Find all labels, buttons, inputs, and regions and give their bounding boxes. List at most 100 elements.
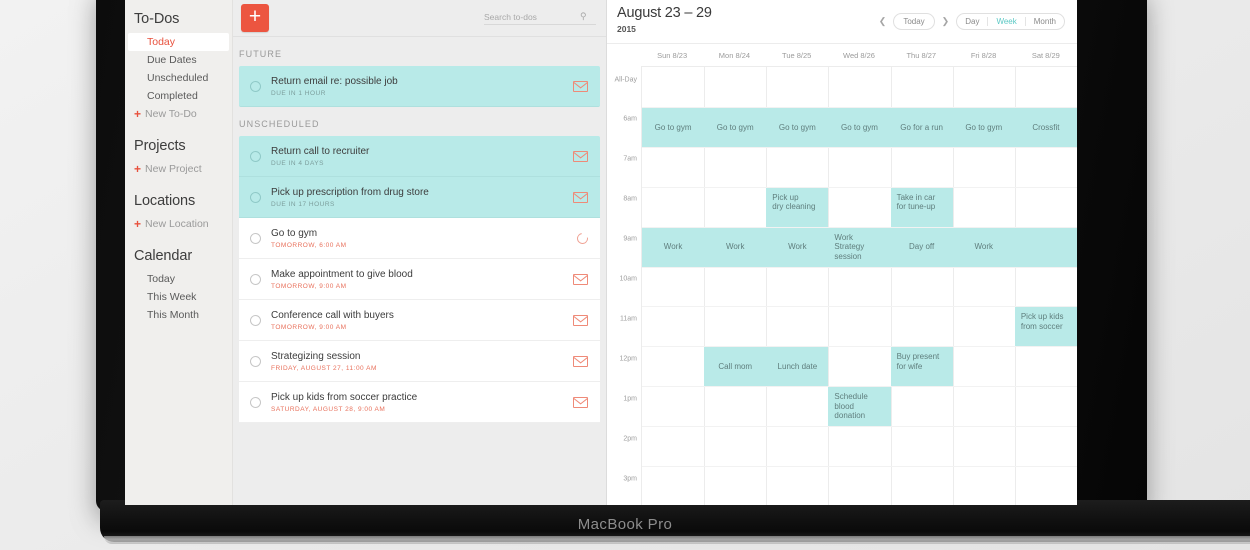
todo-due-date: DUE IN 1 HOUR: [271, 89, 326, 97]
sidebar-new-label: New Project: [145, 163, 202, 175]
todo-due-date: DUE IN 17 HOURS: [271, 200, 335, 208]
calendar-day-header: Wed 8/26: [843, 50, 875, 60]
repeat-icon[interactable]: [574, 230, 591, 246]
calendar-event[interactable]: Crossfit: [1014, 107, 1077, 147]
calendar-event[interactable]: Take in car for tune-up: [890, 187, 953, 227]
todo-panel: + ⚲ FUTURE Return email re: possible job D…: [233, 0, 607, 505]
plus-icon: +: [134, 107, 142, 121]
sidebar-item-today[interactable]: Today: [125, 270, 232, 288]
todo-item[interactable]: Conference call with buyers TOMORROW, 9:0…: [239, 300, 600, 341]
todo-item[interactable]: Go to gym TOMORROW, 6:00 AM: [239, 218, 600, 259]
search-icon: ⚲: [580, 11, 587, 21]
sidebar-item-completed[interactable]: Completed: [125, 87, 232, 105]
calendar-event[interactable]: Call mom: [704, 347, 767, 387]
envelope-icon[interactable]: [573, 273, 588, 285]
calendar-range-title: August 23 – 29: [617, 5, 712, 21]
calendar-hour-divider: [642, 146, 1077, 148]
search-input[interactable]: [484, 11, 580, 22]
calendar-event[interactable]: Go to gym: [642, 107, 705, 147]
todo-item[interactable]: Return call to recruiter DUE IN 4 DAYS: [239, 136, 600, 177]
envelope-icon[interactable]: [573, 355, 588, 367]
todo-item[interactable]: Pick up prescription from drug store DUE …: [239, 177, 600, 218]
search-todos-field[interactable]: ⚲: [484, 11, 596, 25]
calendar-event[interactable]: Go to gym: [952, 107, 1015, 147]
calendar-event[interactable]: Go for a run: [890, 107, 953, 147]
calendar-event[interactable]: Lunch date: [766, 347, 829, 387]
todo-checkbox-circle-icon[interactable]: [250, 273, 261, 285]
sidebar-new-to-do-button[interactable]: + New To-Do: [125, 105, 232, 123]
todo-checkbox-circle-icon[interactable]: [250, 314, 261, 326]
today-button[interactable]: Today: [893, 13, 935, 30]
calendar-event[interactable]: Schedule blood donation: [828, 387, 891, 427]
envelope-icon[interactable]: [573, 191, 588, 203]
screenshot-stage: MacBook Pro To-Dos Today Due Dates Unschedu…: [0, 0, 1250, 550]
calendar-hour-divider: [642, 466, 1077, 468]
view-switcher[interactable]: Day Week Month: [956, 13, 1065, 30]
todo-title: Conference call with buyers: [271, 309, 394, 321]
todo-list[interactable]: FUTURE Return email re: possible job DUE I…: [233, 37, 606, 505]
calendar-event[interactable]: Work Strategy session: [828, 227, 891, 267]
sidebar-group-title: Locations: [134, 193, 196, 209]
todo-checkbox-circle-icon[interactable]: [250, 150, 261, 162]
laptop-foot: [104, 536, 1250, 544]
chevron-right-icon[interactable]: ❯: [942, 16, 950, 27]
todo-checkbox-circle-icon[interactable]: [250, 80, 261, 92]
todo-due-date: TOMORROW, 6:00 AM: [271, 241, 347, 249]
calendar-event[interactable]: Pick up kids from soccer: [1014, 307, 1077, 347]
calendar-event[interactable]: Go to gym: [704, 107, 767, 147]
todo-item[interactable]: Return email re: possible job DUE IN 1 HO…: [239, 66, 600, 107]
todo-checkbox-circle-icon[interactable]: [250, 191, 261, 203]
todo-due-date: FRIDAY, AUGUST 27, 11:00 AM: [271, 364, 377, 372]
calendar-event[interactable]: Work: [952, 227, 1015, 267]
todo-checkbox-circle-icon[interactable]: [250, 355, 261, 367]
todo-title: Pick up kids from soccer practice: [271, 391, 418, 403]
calendar-event[interactable]: [1014, 227, 1077, 267]
calendar-grid[interactable]: Go to gym Go to gym Go to gym Go to gym Go f…: [641, 66, 1077, 505]
calendar-event[interactable]: Day off: [890, 227, 953, 267]
todo-item[interactable]: Make appointment to give blood TOMORROW, …: [239, 259, 600, 300]
calendar-event[interactable]: Work: [642, 227, 705, 267]
todo-title: Return email re: possible job: [271, 75, 398, 87]
todo-title: Pick up prescription from drug store: [271, 186, 429, 198]
todo-item[interactable]: Strategizing session FRIDAY, AUGUST 27, 1…: [239, 341, 600, 382]
todo-text: Pick up kids from soccer practice SATURDA…: [271, 392, 573, 413]
calendar-event[interactable]: Go to gym: [828, 107, 891, 147]
todo-text: Return call to recruiter DUE IN 4 DAYS: [271, 146, 573, 167]
todo-checkbox-circle-icon[interactable]: [250, 396, 261, 408]
add-todo-button[interactable]: +: [241, 4, 269, 32]
todo-title: Make appointment to give blood: [271, 268, 413, 280]
envelope-icon[interactable]: [573, 314, 588, 326]
sidebar-group-title: Projects: [134, 138, 186, 154]
envelope-icon[interactable]: [573, 396, 588, 408]
envelope-icon[interactable]: [573, 80, 588, 92]
calendar-hour-divider: [642, 186, 1077, 188]
sidebar-new-project-button[interactable]: + New Project: [125, 160, 232, 178]
calendar-event[interactable]: Pick up dry cleaning: [766, 187, 829, 227]
calendar-time-label: 10am: [619, 275, 637, 283]
calendar-event[interactable]: Work: [766, 227, 829, 267]
view-option-week[interactable]: Week: [988, 17, 1024, 26]
calendar-event[interactable]: Work: [704, 227, 767, 267]
todo-checkbox-circle-icon[interactable]: [250, 232, 261, 244]
todo-item[interactable]: Pick up kids from soccer practice SATURDA…: [239, 382, 600, 423]
calendar-event[interactable]: Buy present for wife: [890, 347, 953, 387]
chevron-left-icon[interactable]: ❮: [879, 16, 887, 27]
view-option-month[interactable]: Month: [1026, 17, 1064, 26]
envelope-icon[interactable]: [573, 150, 588, 162]
calendar-time-label: 2pm: [623, 435, 637, 443]
sidebar-new-location-button[interactable]: + New Location: [125, 215, 232, 233]
sidebar-item-due-dates[interactable]: Due Dates: [125, 51, 232, 69]
calendar-time-label: All-Day: [614, 76, 637, 84]
sidebar-item-unscheduled[interactable]: Unscheduled: [125, 69, 232, 87]
todo-title: Strategizing session: [271, 350, 361, 362]
macbook-pro-brand-label: MacBook Pro: [577, 516, 673, 533]
calendar-day-header: Fri 8/28: [970, 50, 997, 60]
calendar-event[interactable]: Go to gym: [766, 107, 829, 147]
todo-title: Go to gym: [271, 227, 318, 239]
calendar-time-label: 12pm: [619, 355, 637, 363]
calendar-day-header: Sun 8/23: [657, 50, 688, 60]
sidebar-item-this-month[interactable]: This Month: [125, 306, 232, 324]
view-option-day[interactable]: Day: [957, 17, 987, 26]
sidebar-item-today[interactable]: Today: [128, 33, 229, 51]
sidebar-item-this-week[interactable]: This Week: [125, 288, 232, 306]
